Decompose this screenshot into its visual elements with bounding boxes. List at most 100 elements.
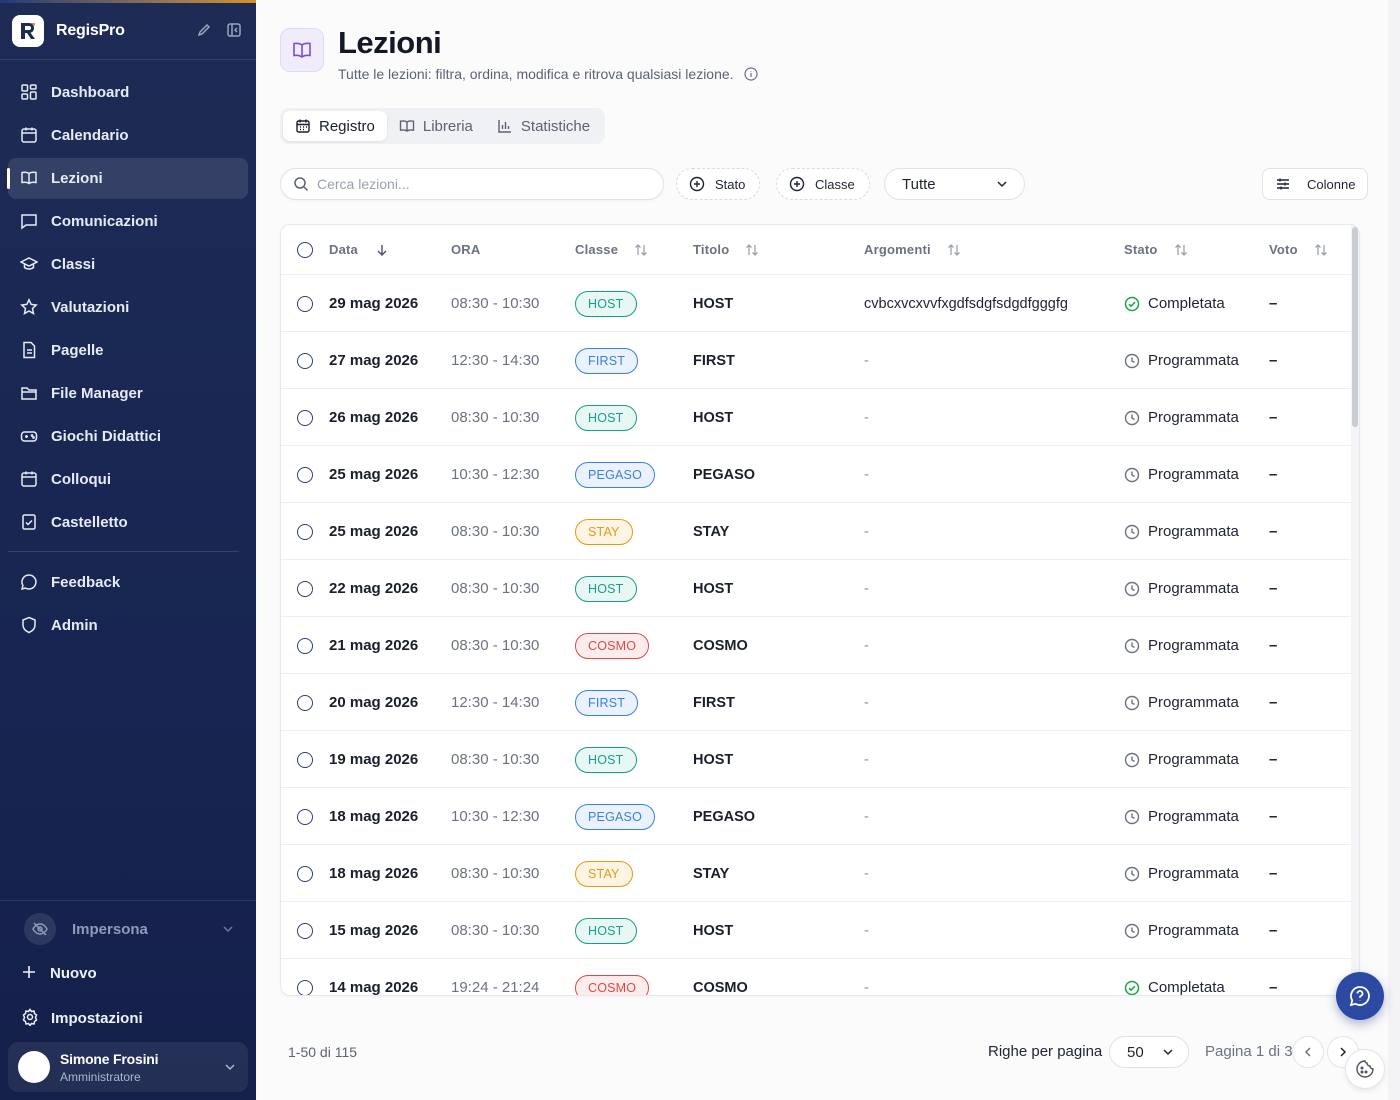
tab-registro[interactable]: Registro (283, 111, 387, 141)
class-badge[interactable]: HOST (575, 290, 637, 317)
status-label: Programmata (1148, 466, 1239, 483)
table-row[interactable]: 20 mag 2026 12:30 - 14:30 FIRST FIRST - Progr… (281, 674, 1353, 731)
sidebar-item-dashboard[interactable]: Dashboard (8, 72, 248, 113)
clock-icon (1124, 923, 1140, 939)
tab-libreria[interactable]: Libreria (387, 111, 485, 141)
pencil-icon[interactable] (196, 22, 214, 40)
row-select-radio[interactable] (297, 751, 313, 768)
table-row[interactable]: 25 mag 2026 08:30 - 10:30 STAY STAY - Program… (281, 503, 1353, 560)
class-badge[interactable]: HOST (575, 404, 637, 431)
table-scrollbar[interactable] (1351, 225, 1359, 995)
column-header-date[interactable]: Data (329, 242, 388, 257)
row-select-radio[interactable] (297, 295, 313, 312)
sidebar-item-colloqui[interactable]: Colloqui (8, 459, 248, 500)
class-badge[interactable]: COSMO (575, 974, 650, 995)
table-row[interactable]: 25 mag 2026 10:30 - 12:30 PEGASO PEGASO - Pro… (281, 446, 1353, 503)
class-badge[interactable]: HOST (575, 746, 637, 773)
columns-button[interactable]: Colonne (1262, 168, 1368, 200)
book-open-icon (399, 118, 415, 134)
new-button[interactable]: Nuovo (20, 963, 97, 983)
search-box[interactable] (280, 168, 664, 200)
page-indicator: Pagina 1 di 3 (1205, 1043, 1293, 1060)
user-menu[interactable]: Simone Frosini Amministratore (8, 1042, 248, 1092)
status-label: Programmata (1148, 409, 1239, 426)
row-select-radio[interactable] (297, 922, 313, 939)
table-row[interactable]: 14 mag 2026 19:24 - 21:24 COSMO COSMO - Compl… (281, 959, 1353, 996)
previous-page-button[interactable] (1292, 1036, 1324, 1068)
clipboard-check-icon (20, 513, 40, 533)
row-select-radio[interactable] (297, 580, 313, 597)
settings-link[interactable]: Impostazioni (21, 1008, 143, 1028)
table-row[interactable]: 18 mag 2026 10:30 - 12:30 PEGASO PEGASO - Pro… (281, 788, 1353, 845)
tab-statistiche[interactable]: Statistiche (485, 111, 602, 141)
lesson-time: 08:30 - 10:30 (451, 295, 540, 312)
column-class-label: Classe (575, 242, 619, 257)
class-badge[interactable]: COSMO (575, 632, 650, 659)
sidebar-item-valutazioni[interactable]: Valutazioni (8, 287, 248, 328)
class-filter-button[interactable]: Classe (776, 168, 870, 200)
select-all-checkbox[interactable] (297, 242, 313, 258)
sidebar-item-admin[interactable]: Admin (8, 605, 248, 646)
sidebar-item-giochi-didattici[interactable]: Giochi Didattici (8, 416, 248, 457)
rows-per-page-select[interactable]: 50 (1109, 1036, 1189, 1068)
arrow-down-icon (376, 244, 388, 256)
sidebar-item-classi[interactable]: Classi (8, 244, 248, 285)
sidebar-item-calendario[interactable]: Calendario (8, 115, 248, 156)
search-input[interactable] (317, 176, 637, 192)
sort-icon (1314, 243, 1328, 257)
row-select-radio[interactable] (297, 466, 313, 483)
period-select[interactable]: Tutte (884, 168, 1025, 200)
class-badge[interactable]: PEGASO (575, 803, 655, 830)
check-circle-icon (1124, 980, 1140, 996)
class-badge[interactable]: FIRST (575, 347, 639, 374)
app-logo[interactable] (12, 15, 44, 47)
row-select-radio[interactable] (297, 865, 313, 882)
row-select-radio[interactable] (297, 979, 313, 995)
class-badge[interactable]: FIRST (575, 689, 639, 716)
sidebar-item-castelletto[interactable]: Castelletto (8, 502, 248, 543)
status-filter-button[interactable]: Stato (676, 168, 761, 200)
sidebar-item-feedback[interactable]: Feedback (8, 562, 248, 603)
column-header-title[interactable]: Titolo (693, 242, 759, 257)
cookie-settings-button[interactable] (1345, 1049, 1385, 1089)
sidebar-item-file-manager[interactable]: File Manager (8, 373, 248, 414)
lesson-title: HOST (693, 295, 734, 312)
table-row[interactable]: 29 mag 2026 08:30 - 10:30 HOST HOST cvbcxvcx… (281, 275, 1353, 332)
page-scrollbar[interactable] (1388, 0, 1400, 1100)
help-button[interactable] (1336, 972, 1384, 1020)
table-scrollbar-thumb[interactable] (1352, 227, 1358, 427)
column-header-grade[interactable]: Voto (1269, 242, 1328, 257)
clock-icon (1124, 809, 1140, 825)
sidebar-item-lezioni[interactable]: Lezioni (7, 158, 248, 199)
class-badge[interactable]: HOST (575, 575, 637, 602)
table-row[interactable]: 19 mag 2026 08:30 - 10:30 HOST HOST - Program… (281, 731, 1353, 788)
table-row[interactable]: 27 mag 2026 12:30 - 14:30 FIRST FIRST - Progr… (281, 332, 1353, 389)
row-select-radio[interactable] (297, 694, 313, 711)
sidebar-collapse-icon[interactable] (226, 22, 244, 40)
sidebar-item-comunicazioni[interactable]: Comunicazioni (8, 201, 248, 242)
table-row[interactable]: 18 mag 2026 08:30 - 10:30 STAY STAY - Program… (281, 845, 1353, 902)
info-icon[interactable] (743, 67, 758, 81)
clock-icon (1124, 353, 1140, 369)
class-badge[interactable]: PEGASO (575, 461, 655, 488)
impersona-selector[interactable]: Impersona (12, 908, 244, 950)
row-select-radio[interactable] (297, 808, 313, 825)
table-row[interactable]: 15 mag 2026 08:30 - 10:30 HOST HOST - Program… (281, 902, 1353, 959)
row-select-radio[interactable] (297, 637, 313, 654)
row-select-radio[interactable] (297, 352, 313, 369)
class-badge[interactable]: HOST (575, 917, 637, 944)
sidebar-item-pagelle[interactable]: Pagelle (8, 330, 248, 371)
page-subtitle: Tutte le lezioni: filtra, ordina, modifi… (338, 66, 758, 82)
table-row[interactable]: 21 mag 2026 08:30 - 10:30 COSMO COSMO - Progr… (281, 617, 1353, 674)
chevron-down-icon (222, 923, 234, 935)
row-select-radio[interactable] (297, 409, 313, 426)
status-label: Programmata (1148, 751, 1239, 768)
column-header-topics[interactable]: Argomenti (864, 242, 961, 257)
table-row[interactable]: 26 mag 2026 08:30 - 10:30 HOST HOST - Program… (281, 389, 1353, 446)
class-badge[interactable]: STAY (575, 518, 633, 545)
column-header-class[interactable]: Classe (575, 242, 648, 257)
table-row[interactable]: 22 mag 2026 08:30 - 10:30 HOST HOST - Program… (281, 560, 1353, 617)
column-header-status[interactable]: Stato (1124, 242, 1188, 257)
class-badge[interactable]: STAY (575, 860, 633, 887)
row-select-radio[interactable] (297, 523, 313, 540)
